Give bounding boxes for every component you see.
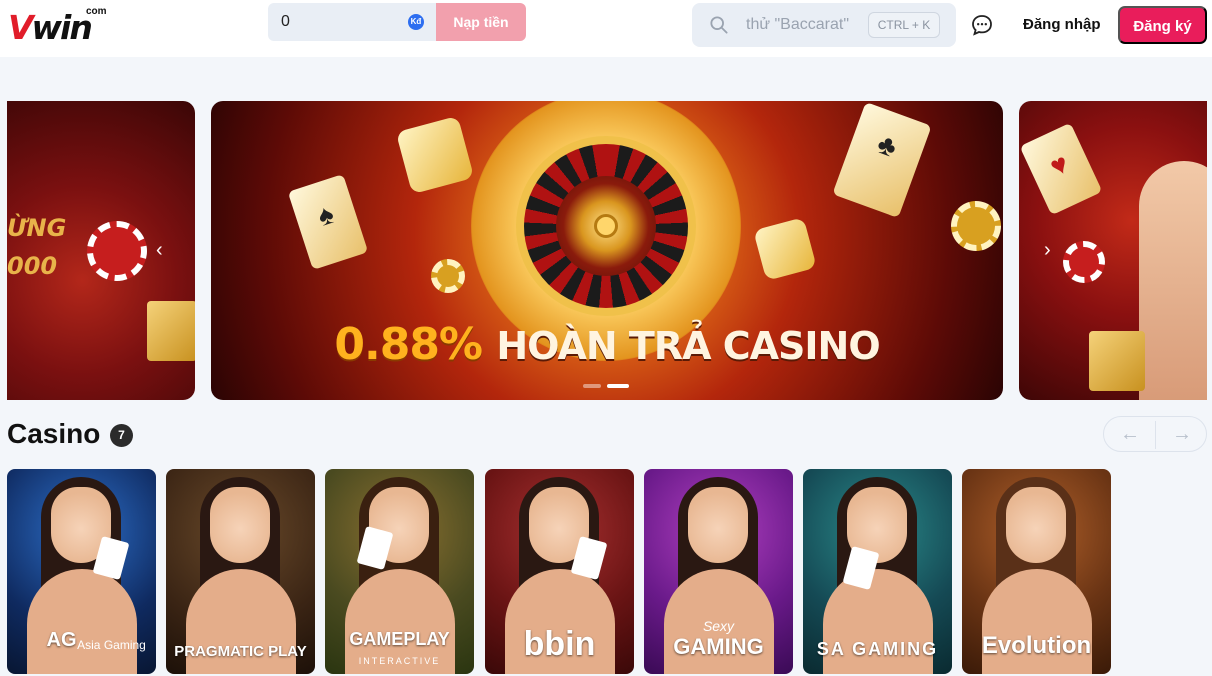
playing-card-image: ♠	[287, 174, 369, 270]
gift-box-image	[1089, 331, 1145, 391]
register-button[interactable]: Đăng ký	[1118, 6, 1207, 44]
casino-chip-image	[951, 201, 1001, 251]
promo-headline: 0.88% HOÀN TRẢ CASINO	[211, 319, 1003, 370]
dice-image	[753, 217, 817, 281]
provider-card-sa-gaming[interactable]: SA GAMING	[803, 469, 952, 674]
provider-name: bbin	[523, 625, 596, 663]
logo-text: Vwin	[8, 8, 93, 47]
playing-card-image: ♣	[832, 101, 932, 219]
promo-percent: 0.88%	[334, 319, 483, 370]
provider-card-gameplay[interactable]: GAMEPLAY INTERACTIVE	[325, 469, 474, 674]
site-logo[interactable]: Vwin com	[8, 6, 108, 46]
roulette-hub	[594, 214, 618, 238]
deposit-button[interactable]: Nạp tiền	[436, 3, 526, 41]
logo-rest: win	[31, 8, 93, 47]
dealer-body	[27, 569, 137, 674]
provider-card-pragmatic-play[interactable]: PRAGMATIC PLAY	[166, 469, 315, 674]
banner-slide-current[interactable]: ♠ ♣ 0.88% HOÀN TRẢ CASINO	[211, 101, 1003, 400]
logo-com: com	[86, 6, 107, 17]
promo-label: HOÀN TRẢ CASINO	[496, 324, 880, 368]
provider-card-bbin[interactable]: bbin	[485, 469, 634, 674]
provider-card-ag[interactable]: AG Asia Gaming	[7, 469, 156, 674]
search-shortcut-badge: CTRL + K	[868, 12, 940, 38]
provider-card-sexy-gaming[interactable]: Sexy GAMING	[644, 469, 793, 674]
search-icon	[710, 16, 728, 34]
banner-left-text: ỪNG 000	[7, 209, 66, 285]
carousel-pagination	[583, 384, 631, 388]
search-placeholder: thử "Baccarat"	[746, 16, 849, 33]
arrow-right-icon[interactable]: →	[1172, 423, 1192, 446]
provider-subtitle: INTERACTIVE	[358, 656, 441, 666]
gift-box-image	[147, 301, 195, 361]
banner-left-line-1: ỪNG	[7, 214, 67, 242]
provider-subtitle: Asia Gaming	[77, 638, 146, 652]
login-link[interactable]: Đăng nhập	[1023, 16, 1101, 33]
provider-subtitle: Sexy	[702, 618, 735, 634]
banner-left-line-2: 000	[7, 252, 58, 280]
dealer-face	[210, 487, 270, 563]
dealer-face	[688, 487, 748, 563]
provider-name: PRAGMATIC PLAY	[174, 643, 307, 660]
search-box[interactable]: thử "Baccarat" CTRL + K	[692, 3, 956, 47]
spade-icon: ♠	[313, 197, 338, 232]
playing-card-image: ♥	[1019, 122, 1103, 216]
carousel-prev-icon[interactable]: ‹	[156, 240, 170, 260]
dealer-face	[1006, 487, 1066, 563]
carousel-dot-active[interactable]	[607, 384, 629, 388]
top-header: Vwin com 0 Kđ Nạp tiền thử "Baccarat" CT…	[0, 0, 1212, 57]
casino-chip-image	[87, 221, 147, 281]
section-title: Casino	[7, 418, 101, 449]
casino-chip-image	[431, 259, 465, 293]
count-badge: 7	[110, 424, 133, 447]
casino-chip-image	[1063, 241, 1105, 283]
dealer-image	[1139, 161, 1207, 400]
heart-icon: ♥	[1045, 147, 1074, 183]
balance-field[interactable]: 0 Kđ	[268, 3, 436, 41]
provider-name: GAMEPLAY	[349, 629, 450, 649]
balance-value: 0	[281, 13, 290, 30]
section-nav: ← →	[1103, 416, 1207, 452]
nav-divider	[1155, 421, 1156, 449]
provider-card-evolution[interactable]: Evolution	[962, 469, 1111, 674]
provider-name: GAMING	[673, 634, 764, 659]
carousel-next-icon[interactable]: ›	[1044, 240, 1058, 260]
currency-icon: Kđ	[408, 14, 424, 30]
provider-name: SA GAMING	[816, 639, 939, 659]
provider-name: Evolution	[981, 632, 1092, 659]
chat-icon[interactable]	[971, 14, 993, 36]
dice-image	[395, 115, 475, 195]
carousel-dot[interactable]	[583, 384, 601, 388]
arrow-left-icon[interactable]: ←	[1120, 423, 1140, 446]
club-icon: ♣	[873, 127, 902, 164]
